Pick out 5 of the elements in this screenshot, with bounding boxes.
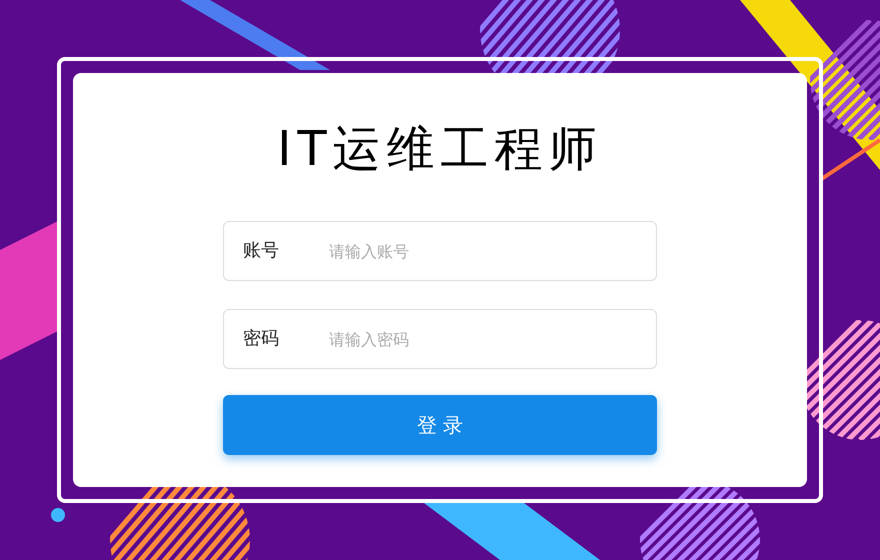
login-button[interactable]: 登 录 [223, 395, 657, 455]
field-label: 账号 [243, 239, 279, 263]
dot [51, 508, 65, 522]
field-label: 密码 [243, 327, 279, 351]
page-title: IT运维工程师 [277, 125, 603, 173]
